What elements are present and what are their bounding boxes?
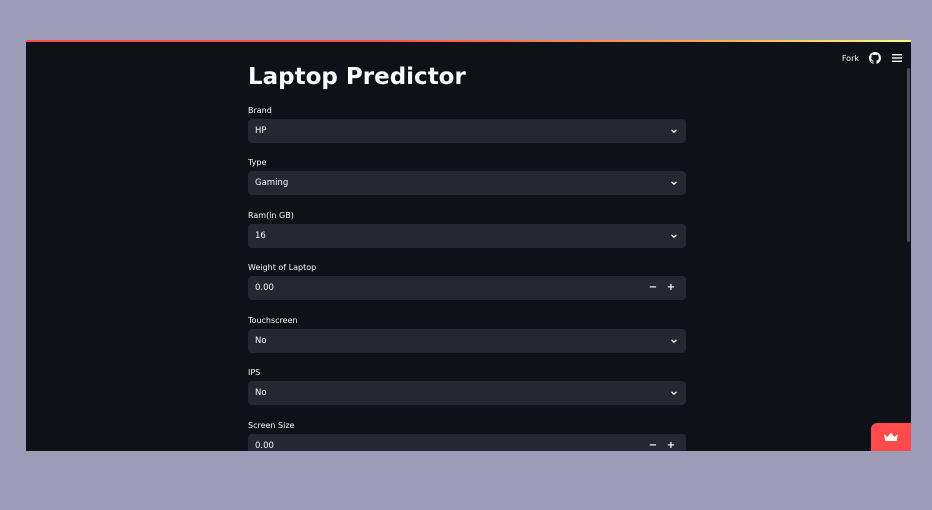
app-window: Fork Laptop Predictor Brand HP Type Gami… xyxy=(26,40,911,451)
select-value: 16 xyxy=(255,231,266,241)
brand-select[interactable]: HP xyxy=(248,119,686,143)
fork-link[interactable]: Fork xyxy=(842,54,859,63)
field-label: Type xyxy=(248,158,267,167)
touchscreen-select[interactable]: No xyxy=(248,329,686,353)
increment-button[interactable]: + xyxy=(664,434,678,451)
ips-select[interactable]: No xyxy=(248,381,686,405)
ram-select[interactable]: 16 xyxy=(248,224,686,248)
decrement-button[interactable]: − xyxy=(646,276,660,300)
app-toolbar: Fork xyxy=(842,51,903,65)
hamburger-menu-icon[interactable] xyxy=(891,52,903,64)
github-icon[interactable] xyxy=(869,52,881,64)
field-label: Screen Size xyxy=(248,421,295,430)
select-value: Gaming xyxy=(255,178,289,188)
field-label: Brand xyxy=(248,106,272,115)
field-label: Weight of Laptop xyxy=(248,263,317,272)
crown-icon xyxy=(884,432,898,441)
top-decoration-stripe xyxy=(26,40,911,42)
number-value[interactable]: 0.00 xyxy=(255,441,646,451)
chevron-down-icon xyxy=(671,181,677,186)
weight-number-input[interactable]: 0.00 − + xyxy=(248,276,686,300)
streamlit-badge-button[interactable] xyxy=(871,423,911,451)
screen-size-number-input[interactable]: 0.00 − + xyxy=(248,434,686,451)
chevron-down-icon xyxy=(671,391,677,396)
chevron-down-icon xyxy=(671,234,677,239)
field-label: Ram(in GB) xyxy=(248,211,294,220)
select-value: HP xyxy=(255,126,267,136)
increment-button[interactable]: + xyxy=(664,276,678,300)
page-title: Laptop Predictor xyxy=(248,64,466,90)
select-value: No xyxy=(255,388,267,398)
field-label: IPS xyxy=(248,368,261,377)
field-label: Touchscreen xyxy=(248,316,298,325)
chevron-down-icon xyxy=(671,339,677,344)
select-value: No xyxy=(255,336,267,346)
decrement-button[interactable]: − xyxy=(646,434,660,451)
type-select[interactable]: Gaming xyxy=(248,171,686,195)
page-scrollbar[interactable] xyxy=(907,68,910,242)
chevron-down-icon xyxy=(671,129,677,134)
number-value[interactable]: 0.00 xyxy=(255,283,646,293)
